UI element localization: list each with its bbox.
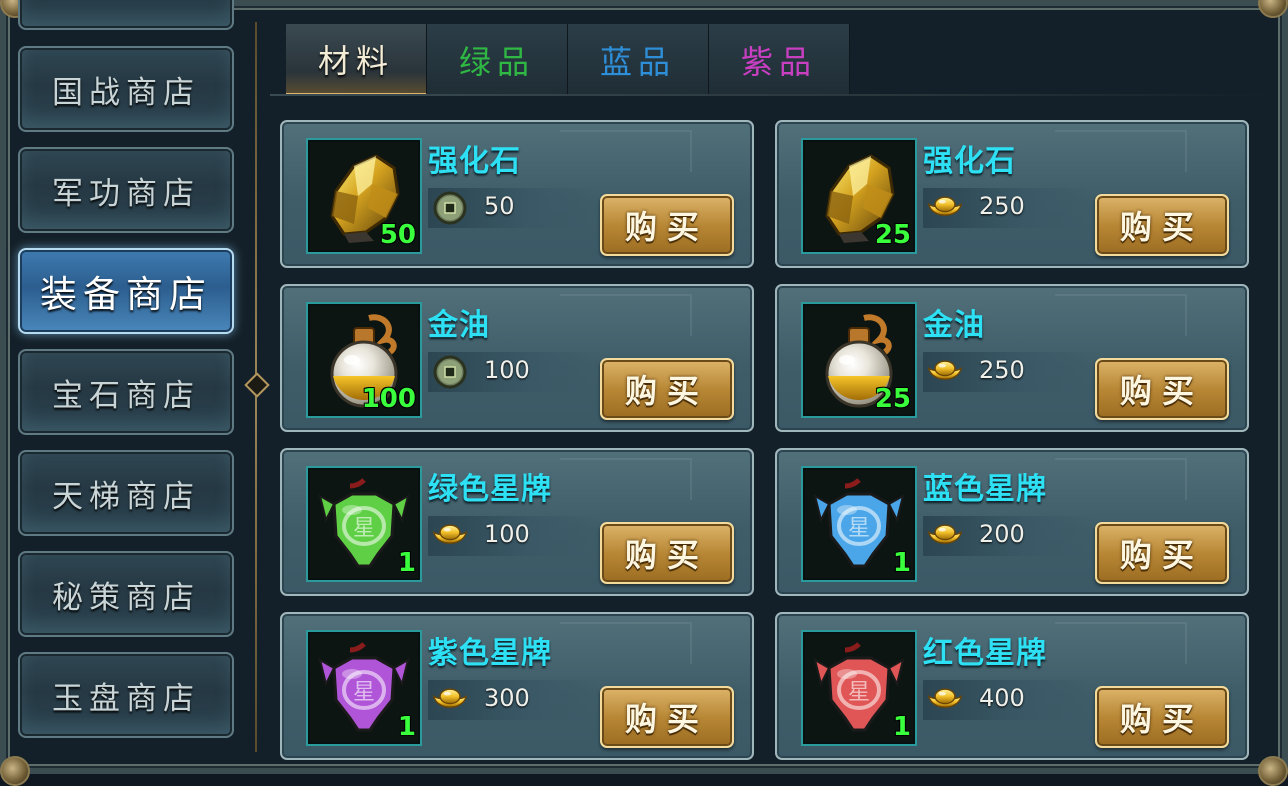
sidebar-item-label: 玉盘商店: [52, 680, 200, 717]
buy-button[interactable]: 购买: [600, 686, 734, 748]
item-quantity: 25: [874, 220, 911, 250]
sidebar-item-label: 装备商店: [40, 273, 212, 316]
buy-button[interactable]: 购买: [1095, 686, 1229, 748]
sidebar-item-label: 天梯商店: [52, 478, 200, 515]
buy-button[interactable]: 购买: [1095, 522, 1229, 584]
frame-corner-ornament: [1258, 756, 1288, 786]
sidebar-item-jade-plate-shop[interactable]: 玉盘商店: [18, 652, 234, 738]
price-row: 200: [923, 516, 1093, 556]
shop-item-card: 25 强化石 250 购买: [775, 120, 1249, 268]
tab-green-quality[interactable]: 绿品: [427, 24, 568, 96]
tab-materials[interactable]: 材料: [286, 24, 427, 96]
shop-item-card: 100 金油 100 购买: [280, 284, 754, 432]
sidebar-item-merit-shop[interactable]: 军功商店: [18, 147, 234, 233]
buy-button[interactable]: 购买: [1095, 194, 1229, 256]
price-row: 50: [428, 188, 598, 228]
item-price: 250: [979, 192, 1025, 220]
item-price: 100: [484, 356, 530, 384]
item-slot[interactable]: 50: [306, 138, 422, 254]
shop-category-sidebar: 国战商店 军功商店 装备商店 宝石商店 天梯商店 秘策商店 玉盘商店: [18, 0, 236, 760]
item-name: 红色星牌: [923, 636, 1047, 671]
item-name: 强化石: [923, 144, 1016, 179]
frame-corner-ornament: [0, 756, 30, 786]
shop-item-card: 星 1 紫色星牌 300 购买: [280, 612, 754, 760]
tab-purple-quality[interactable]: 紫品: [709, 24, 850, 96]
svg-text:星: 星: [848, 516, 870, 541]
card-decoration: [1055, 294, 1187, 336]
card-decoration: [1055, 130, 1187, 172]
item-price: 100: [484, 520, 530, 548]
item-tab-bar: 材料 绿品 蓝品 紫品: [286, 24, 850, 96]
card-decoration: [1055, 458, 1187, 500]
item-slot[interactable]: 星 1: [306, 630, 422, 746]
price-row: 400: [923, 680, 1093, 720]
item-slot[interactable]: 25: [801, 138, 917, 254]
buy-button[interactable]: 购买: [600, 358, 734, 420]
item-name: 蓝色星牌: [923, 472, 1047, 507]
price-row: 300: [428, 680, 598, 720]
item-name: 金油: [428, 308, 490, 343]
card-decoration: [560, 458, 692, 500]
sidebar-item-ladder-shop[interactable]: 天梯商店: [18, 450, 234, 536]
sidebar-item-strategy-shop[interactable]: 秘策商店: [18, 551, 234, 637]
price-row: 250: [923, 352, 1093, 392]
item-slot[interactable]: 星 1: [306, 466, 422, 582]
item-quantity: 1: [397, 548, 416, 578]
price-row: 100: [428, 352, 598, 392]
buy-button[interactable]: 购买: [600, 522, 734, 584]
shop-item-card: 星 1 蓝色星牌 200 购买: [775, 448, 1249, 596]
price-row: 100: [428, 516, 598, 556]
item-quantity: 25: [874, 384, 911, 414]
item-quantity: 1: [397, 712, 416, 742]
item-slot[interactable]: 25: [801, 302, 917, 418]
item-name: 紫色星牌: [428, 636, 552, 671]
sidebar-item-label: 秘策商店: [52, 579, 200, 616]
buy-button[interactable]: 购买: [1095, 358, 1229, 420]
card-decoration: [560, 130, 692, 172]
item-quantity: 50: [379, 220, 416, 250]
item-price: 400: [979, 684, 1025, 712]
item-slot[interactable]: 星 1: [801, 466, 917, 582]
sidebar-item-gem-shop[interactable]: 宝石商店: [18, 349, 234, 435]
sidebar-item-label: 军功商店: [52, 175, 200, 212]
shop-item-card: 50 强化石 50 购买: [280, 120, 754, 268]
shop-item-card: 星 1 红色星牌 400 购买: [775, 612, 1249, 760]
price-row: 250: [923, 188, 1093, 228]
item-name: 强化石: [428, 144, 521, 179]
item-price: 50: [484, 192, 515, 220]
item-slot[interactable]: 100: [306, 302, 422, 418]
tab-underline: [270, 94, 1270, 96]
sidebar-item-label: 宝石商店: [52, 377, 200, 414]
svg-text:星: 星: [848, 680, 870, 705]
item-slot[interactable]: 星 1: [801, 630, 917, 746]
buy-button[interactable]: 购买: [600, 194, 734, 256]
svg-text:星: 星: [353, 680, 375, 705]
card-decoration: [560, 622, 692, 664]
sidebar-item-national-war-shop[interactable]: 国战商店: [18, 46, 234, 132]
item-quantity: 1: [892, 712, 911, 742]
sidebar-item-equipment-shop[interactable]: 装备商店: [18, 248, 234, 334]
shop-item-card: 25 金油 250 购买: [775, 284, 1249, 432]
svg-text:星: 星: [353, 516, 375, 541]
tab-blue-quality[interactable]: 蓝品: [568, 24, 709, 96]
card-decoration: [1055, 622, 1187, 664]
item-price: 300: [484, 684, 530, 712]
item-name: 金油: [923, 308, 985, 343]
item-quantity: 1: [892, 548, 911, 578]
item-price: 200: [979, 520, 1025, 548]
item-quantity: 100: [361, 384, 416, 414]
item-name: 绿色星牌: [428, 472, 552, 507]
item-price: 250: [979, 356, 1025, 384]
sidebar-item-national-war-shop[interactable]: [18, 0, 234, 30]
card-decoration: [560, 294, 692, 336]
shop-item-card: 星 1 绿色星牌 100 购买: [280, 448, 754, 596]
sidebar-item-label: 国战商店: [52, 74, 200, 111]
